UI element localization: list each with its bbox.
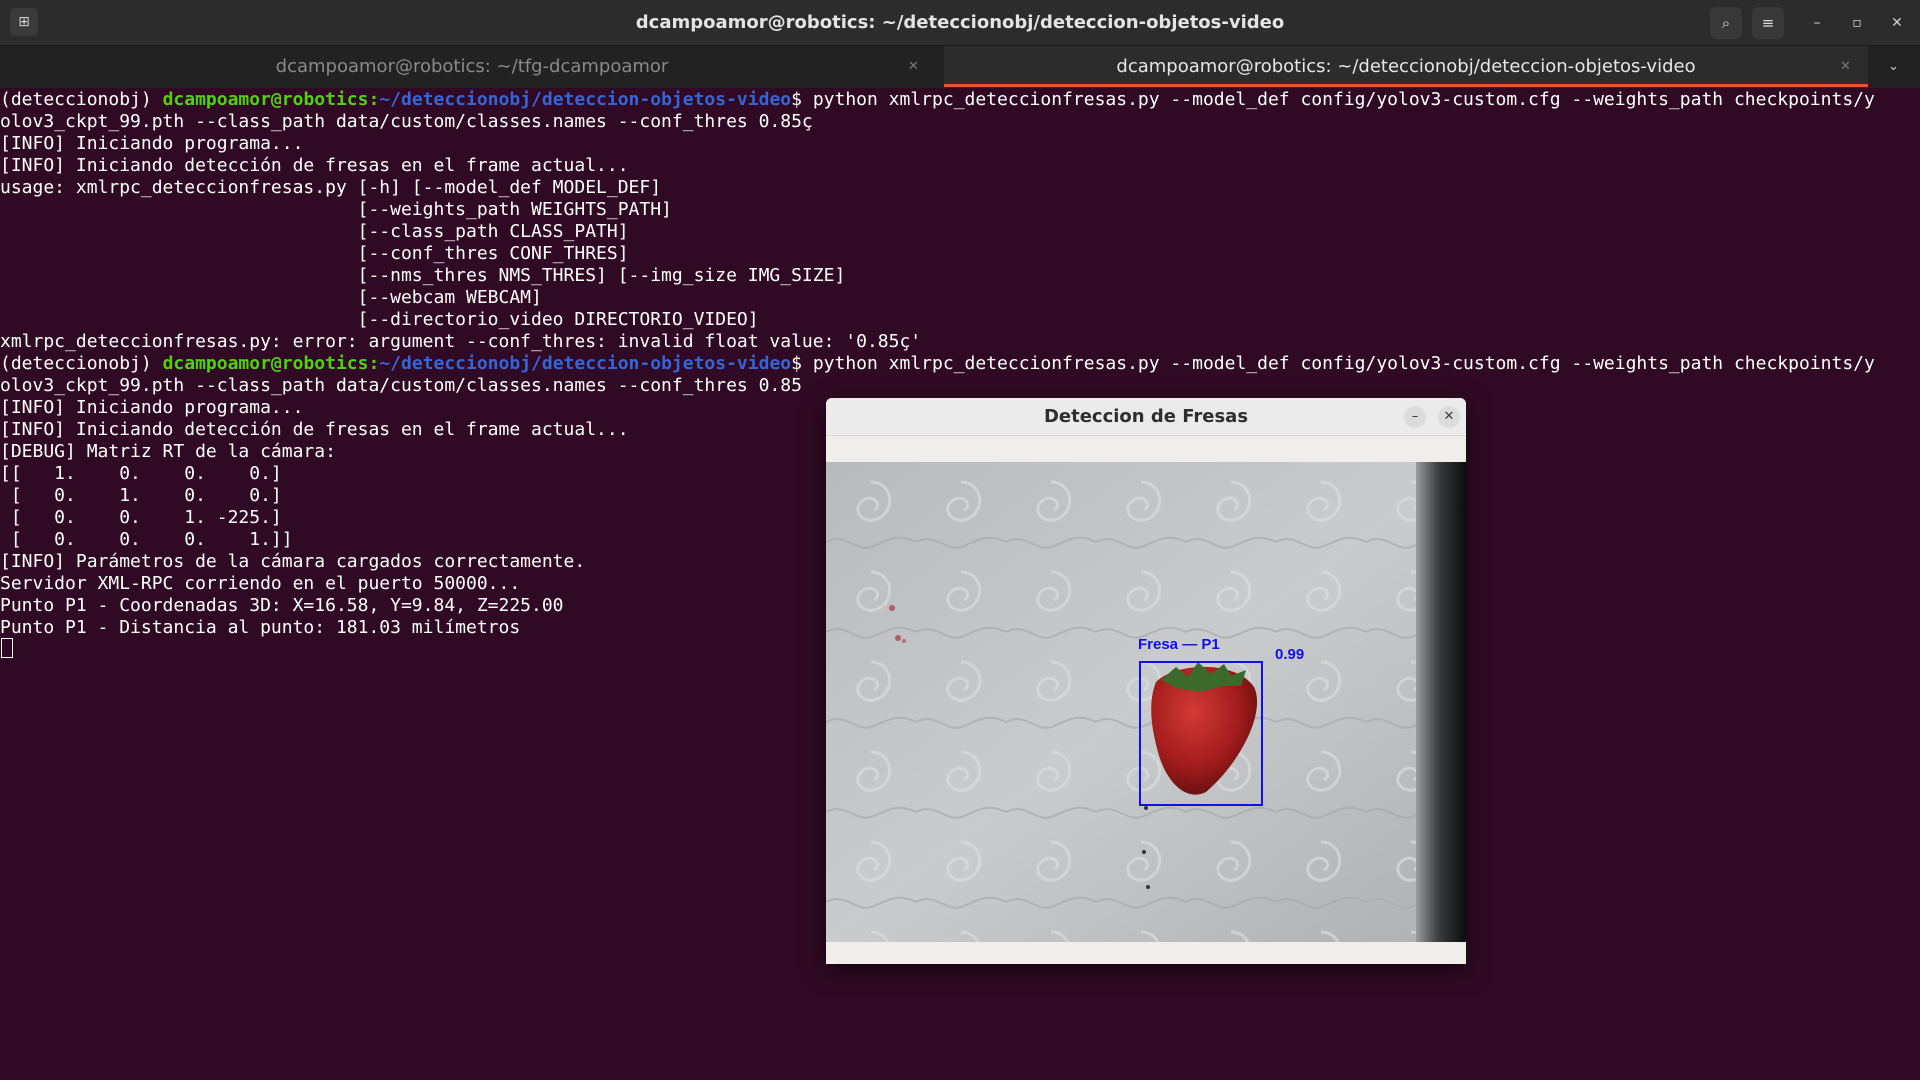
terminal-line: olov3_ckpt_99.pth --class_path data/cust…: [0, 375, 802, 396]
detection-window-titlebar[interactable]: Deteccion de Fresas – ✕: [826, 398, 1466, 436]
detection-label: Fresa — P1: [1138, 636, 1220, 653]
terminal-line: olov3_ckpt_99.pth --class_path data/cust…: [0, 111, 813, 132]
terminal-prompt-line: (deteccionobj) dcampoamor@robotics:~/det…: [0, 89, 1875, 111]
terminal-line: [[ 1. 0. 0. 0.]: [0, 463, 282, 484]
prompt-colon: :: [368, 89, 380, 110]
tab-close-icon[interactable]: ✕: [908, 46, 919, 88]
terminal-line: [DEBUG] Matriz RT de la cámara:: [0, 441, 336, 462]
prompt-command: python xmlrpc_deteccionfresas.py --model…: [812, 89, 1875, 110]
prompt-user: dcampoamor@robotics: [162, 353, 369, 374]
detection-bounding-box: [1139, 661, 1263, 806]
detection-window-title: Deteccion de Fresas: [1043, 406, 1249, 427]
terminal-line: [--webcam WEBCAM]: [0, 287, 542, 308]
terminal-line: Punto P1 - Coordenadas 3D: X=16.58, Y=9.…: [0, 595, 564, 616]
search-icon[interactable]: ⌕: [1710, 7, 1742, 39]
close-icon[interactable]: ✕: [1886, 12, 1908, 34]
terminal-line: xmlrpc_deteccionfresas.py: error: argume…: [0, 331, 922, 352]
terminal-line: [INFO] Parámetros de la cámara cargados …: [0, 551, 586, 572]
camera-frame: Fresa — P1 0.99: [826, 462, 1466, 942]
terminal-line: Servidor XML-RPC corriendo en el puerto …: [0, 573, 521, 594]
active-tab-indicator: [944, 84, 1868, 87]
detection-window[interactable]: Deteccion de Fresas – ✕ Fresa — P1 0.99: [826, 398, 1466, 964]
tab-deteccion-objetos-video[interactable]: dcampoamor@robotics: ~/deteccionobj/dete…: [944, 46, 1868, 88]
tab-label: dcampoamor@robotics: ~/tfg-dcampoamor: [275, 56, 669, 77]
detection-score: 0.99: [1275, 646, 1305, 663]
tab-label: dcampoamor@robotics: ~/deteccionobj/dete…: [1116, 56, 1696, 77]
terminal-line: [INFO] Iniciando detección de fresas en …: [0, 419, 629, 440]
header-bar: ⊞ dcampoamor@robotics: ~/deteccionobj/de…: [0, 0, 1920, 46]
terminal-line: [ 0. 1. 0. 0.]: [0, 485, 282, 506]
prompt-command: python xmlrpc_deteccionfresas.py --model…: [812, 353, 1875, 374]
hamburger-menu-icon[interactable]: ≡: [1752, 7, 1784, 39]
prompt-path: ~/deteccionobj/deteccion-objetos-video: [379, 89, 792, 110]
terminal-line: [INFO] Iniciando detección de fresas en …: [0, 155, 629, 176]
tab-menu-icon[interactable]: ⌄: [1888, 46, 1899, 88]
terminal-line: [ 0. 0. 0. 1.]]: [0, 529, 293, 550]
prompt-env: (deteccionobj): [0, 89, 163, 110]
tab-bar: dcampoamor@robotics: ~/tfg-dcampoamor ✕ …: [0, 46, 1920, 88]
close-icon[interactable]: ✕: [1438, 406, 1460, 428]
prompt-env: (deteccionobj): [0, 353, 163, 374]
terminal-line: [--class_path CLASS_PATH]: [0, 221, 629, 242]
window-title: dcampoamor@robotics: ~/deteccionobj/dete…: [635, 12, 1285, 33]
terminal-line: [INFO] Iniciando programa...: [0, 397, 304, 418]
prompt-dollar: $: [791, 353, 813, 374]
terminal-line: [--weights_path WEIGHTS_PATH]: [0, 199, 672, 220]
terminal-cursor: [1, 638, 13, 658]
prompt-user: dcampoamor@robotics: [162, 89, 369, 110]
tab-close-icon[interactable]: ✕: [1840, 46, 1851, 88]
tab-tfg-dcampoamor[interactable]: dcampoamor@robotics: ~/tfg-dcampoamor: [0, 46, 944, 88]
prompt-path: ~/deteccionobj/deteccion-objetos-video: [379, 353, 792, 374]
terminal-prompt-line: (deteccionobj) dcampoamor@robotics:~/det…: [0, 353, 1875, 375]
terminal-line: usage: xmlrpc_deteccionfresas.py [-h] [-…: [0, 177, 662, 198]
terminal-line: [--conf_thres CONF_THRES]: [0, 243, 629, 264]
terminal-line: Punto P1 - Distancia al punto: 181.03 mi…: [0, 617, 521, 638]
prompt-dollar: $: [791, 89, 813, 110]
minimize-icon[interactable]: –: [1404, 406, 1426, 428]
terminal-line: [--directorio_video DIRECTORIO_VIDEO]: [0, 309, 759, 330]
terminal-line: [ 0. 0. 1. -225.]: [0, 507, 282, 528]
terminal-line: [--nms_thres NMS_THRES] [--img_size IMG_…: [0, 265, 846, 286]
maximize-icon[interactable]: ▫: [1846, 12, 1868, 34]
prompt-colon: :: [368, 353, 380, 374]
minimize-icon[interactable]: –: [1806, 12, 1828, 34]
terminal-line: [INFO] Iniciando programa...: [0, 133, 304, 154]
